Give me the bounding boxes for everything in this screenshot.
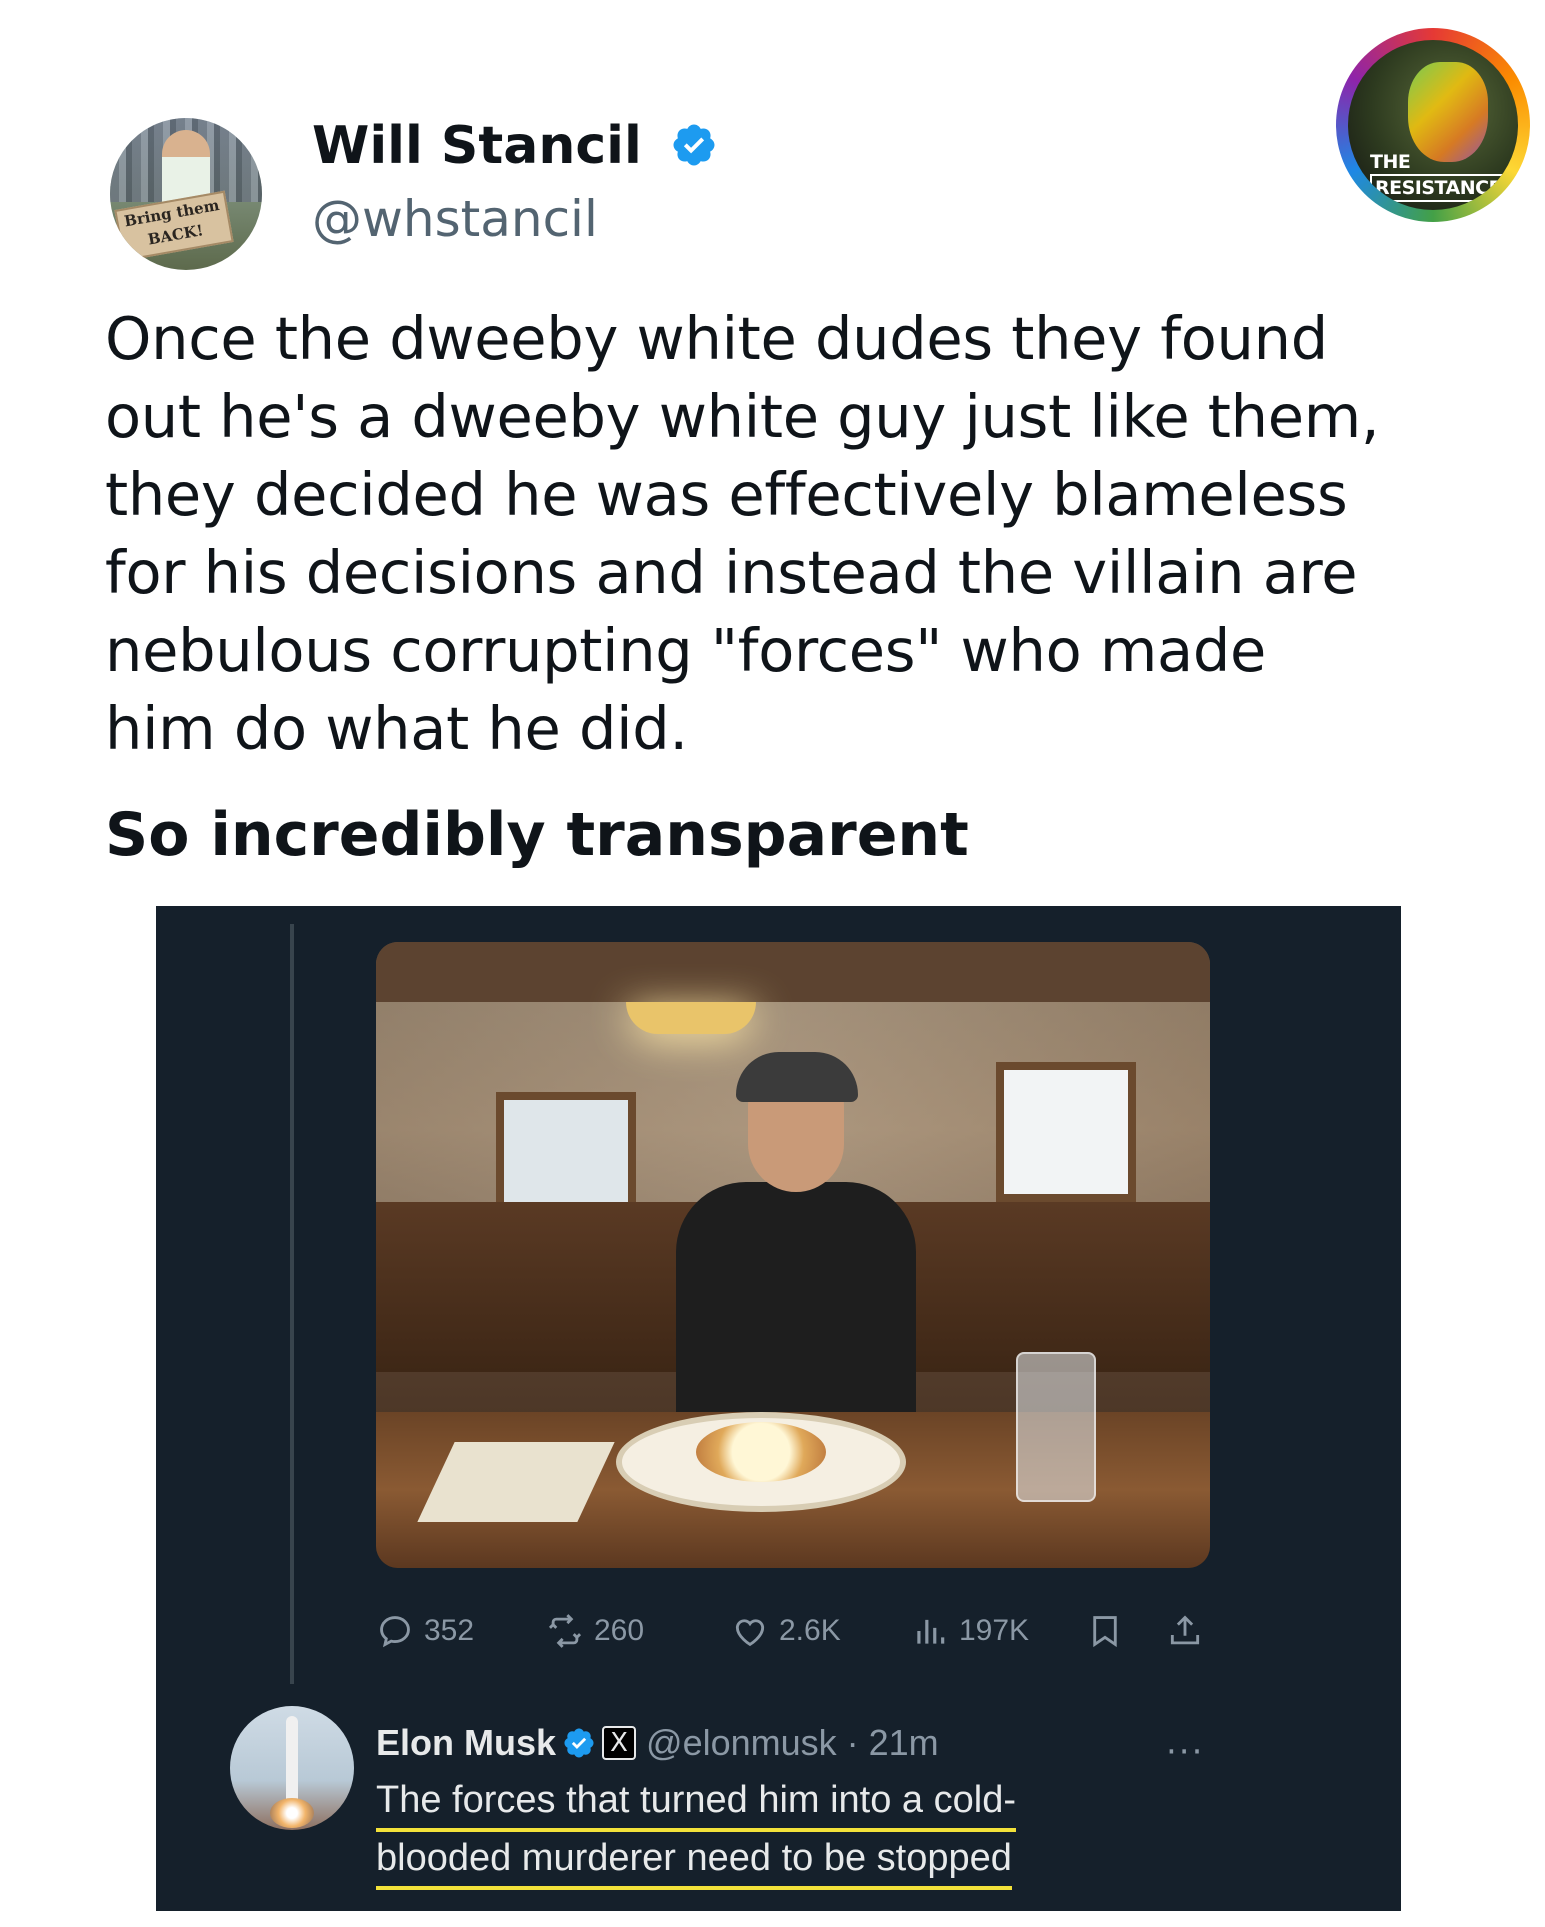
reply-count: 352 (424, 1614, 475, 1647)
bookmark-button[interactable] (1086, 1606, 1124, 1656)
photo-window (496, 1092, 636, 1212)
more-options-icon[interactable]: ··· (1166, 1732, 1204, 1772)
tweet-line: they decided he was effectively blameles… (105, 460, 1348, 529)
author-name[interactable]: Will Stancil (312, 116, 642, 176)
badge-line1: THE (1370, 151, 1411, 173)
embedded-screenshot: 352 260 2.6K 197K Elon Musk X @elonmusk … (156, 906, 1401, 1911)
views-count: 197K (959, 1614, 1030, 1647)
share-icon (1170, 1615, 1200, 1645)
photo-food (696, 1422, 826, 1482)
views-icon (917, 1619, 945, 1644)
like-button[interactable]: 2.6K (731, 1606, 841, 1656)
badge-line2: RESISTANCE (1370, 174, 1507, 202)
tweet-text: Once the dweeby white dudes they found o… (105, 300, 1485, 768)
bookmark-icon (1093, 1616, 1117, 1648)
author-avatar[interactable]: Bring them BACK! (110, 118, 262, 270)
photo-shirt (676, 1182, 916, 1422)
thread-line (290, 924, 294, 1684)
reply-handle-time[interactable]: @elonmusk · 21m (646, 1722, 939, 1764)
resistance-badge: THE RESISTANCE (1336, 28, 1530, 222)
reply-header: Elon Musk X @elonmusk · 21m (376, 1722, 939, 1764)
verified-icon (673, 124, 715, 166)
rocket-icon (286, 1716, 298, 1806)
badge-text: THE RESISTANCE (1370, 150, 1507, 202)
author-name-row[interactable]: Will Stancil (312, 116, 718, 176)
reply-avatar[interactable] (230, 1706, 354, 1830)
photo-ceiling (376, 942, 1210, 1002)
reply-text: The forces that turned him into a cold- … (376, 1774, 1016, 1890)
repost-icon (548, 1614, 582, 1648)
post-photo[interactable] (376, 942, 1210, 1568)
tweet-line: Once the dweeby white dudes they found (105, 304, 1328, 373)
statue-of-liberty-icon (1408, 62, 1488, 162)
share-button[interactable] (1166, 1606, 1204, 1656)
reply-line: blooded murderer need to be stopped (376, 1832, 1012, 1890)
tweet-headline: So incredibly transparent (105, 800, 969, 870)
photo-glass (1016, 1352, 1096, 1502)
reply-line: The forces that turned him into a cold- (376, 1774, 1016, 1832)
photo-cap (736, 1052, 858, 1102)
repost-button[interactable]: 260 (546, 1606, 644, 1656)
verified-icon (564, 1728, 594, 1758)
heart-icon (735, 1619, 765, 1647)
post-actions: 352 260 2.6K 197K (376, 1606, 1210, 1656)
x-affiliation-icon: X (602, 1726, 637, 1760)
rocket-flame (270, 1798, 314, 1828)
like-count: 2.6K (779, 1614, 841, 1647)
tweet-line: him do what he did. (105, 694, 688, 763)
photo-lamp (626, 1002, 756, 1034)
badge-inner: THE RESISTANCE (1348, 40, 1518, 210)
photo-window (996, 1062, 1136, 1202)
tweet-line: for his decisions and instead the villai… (105, 538, 1358, 607)
tweet-line: out he's a dweeby white guy just like th… (105, 382, 1380, 451)
views-button[interactable]: 197K (911, 1606, 1029, 1656)
author-handle[interactable]: @whstancil (312, 190, 598, 248)
reply-icon (380, 1616, 410, 1648)
tweet-line: nebulous corrupting "forces" who made (105, 616, 1267, 685)
repost-count: 260 (594, 1614, 645, 1647)
photo-person (676, 1052, 916, 1422)
reply-button[interactable]: 352 (376, 1606, 474, 1656)
reply-author-name[interactable]: Elon Musk (376, 1722, 556, 1764)
